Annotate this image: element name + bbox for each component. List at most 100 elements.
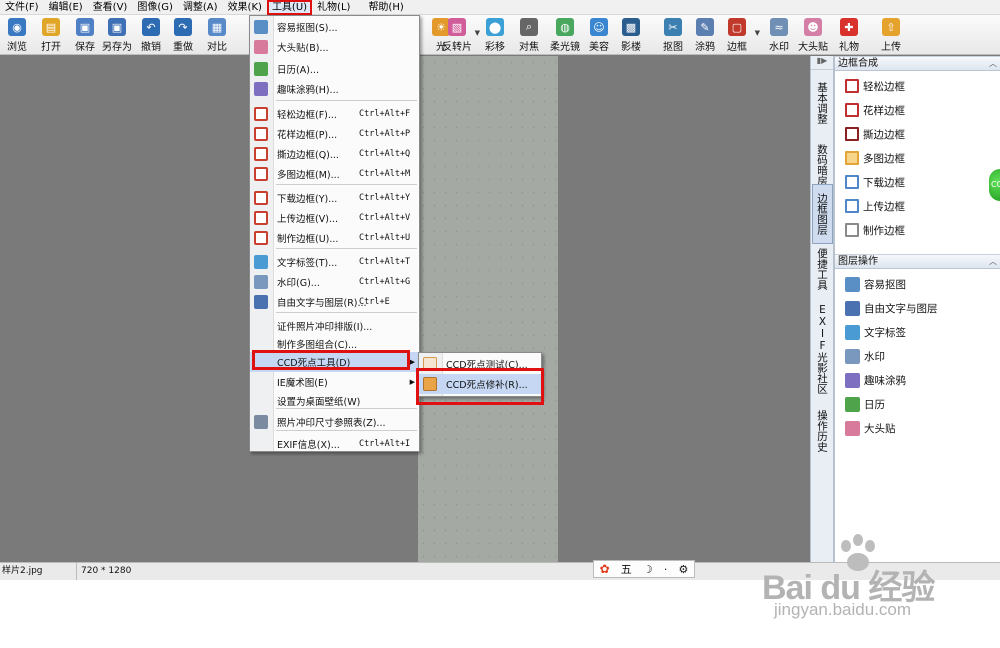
gear-icon[interactable]: ⚙ <box>679 563 689 576</box>
tools-menu-item[interactable]: 设置为桌面壁纸(W) <box>250 391 419 411</box>
tools-menu-item[interactable]: 照片冲印尺寸参照表(Z)... <box>250 412 419 432</box>
tools-menu-item[interactable]: 轻松边框(F)... Ctrl+Alt+F <box>250 104 419 124</box>
tools-menu-item[interactable]: IE魔术图(E) ▶ <box>250 372 419 392</box>
dot-icon[interactable]: · <box>664 563 668 576</box>
toolbar-sticker-button[interactable]: ☻ 大头贴 <box>796 17 830 53</box>
toolbar-compare-button[interactable]: ▦ 对比 <box>200 17 234 53</box>
toolbar-undo-button[interactable]: ↶ 撤销 <box>134 17 168 53</box>
tools-menu-item[interactable]: 趣味涂鸦(H)... <box>250 79 419 99</box>
tools-menu-item[interactable]: CCD死点工具(D) ▶ <box>250 352 419 372</box>
toolbar-studio-button[interactable]: ▩ 影楼 <box>614 17 648 53</box>
tools-menu-item[interactable]: 撕边边框(Q)... Ctrl+Alt+Q <box>250 144 419 164</box>
toolbar-upload-button[interactable]: ⇧ 上传 <box>874 17 908 53</box>
border-item-multi[interactable]: 多图边框 <box>845 148 905 168</box>
toolbar-beauty-button[interactable]: ☺ 美容 <box>582 17 616 53</box>
menu-file[interactable]: 文件(F) <box>0 0 44 15</box>
menu-separator <box>276 184 417 185</box>
toolbar-cutout-button[interactable]: ✂ 抠图 <box>656 17 690 53</box>
layer-item[interactable]: 自由文字与图层 <box>845 298 938 318</box>
tools-menu-item[interactable]: EXIF信息(X)... Ctrl+Alt+I <box>250 434 419 454</box>
chevron-up-icon[interactable]: ︿ <box>989 57 997 71</box>
menu-item-label: EXIF信息(X)... <box>277 440 340 451</box>
menu-adjust[interactable]: 调整(A) <box>178 0 223 15</box>
tools-menu-item[interactable]: 水印(G)... Ctrl+Alt+G <box>250 272 419 292</box>
menu-gifts[interactable]: 礼物(L) <box>312 0 355 15</box>
border-item-pattern[interactable]: 花样边框 <box>845 100 905 120</box>
toolbar-redo-button[interactable]: ↷ 重做 <box>166 17 200 53</box>
green-float-tab[interactable]: CC <box>988 168 1000 202</box>
tab-history[interactable]: 操作历史 <box>812 402 833 460</box>
toolbar-focus-button[interactable]: ⌕ 对焦 <box>512 17 546 53</box>
border-item-download[interactable]: 下载边框 <box>845 172 905 192</box>
layer-item[interactable]: 水印 <box>845 346 885 366</box>
menu-item-label: 容易抠图(S)... <box>277 23 338 34</box>
tools-menu-item[interactable]: 文字标签(T)... Ctrl+Alt+T <box>250 252 419 272</box>
layer-item[interactable]: 大头贴 <box>845 418 896 438</box>
menu-item-shortcut: Ctrl+Alt+Y <box>359 193 411 203</box>
dropdown-arrow-icon[interactable]: ▼ <box>755 29 760 37</box>
toolbar-color-shift-button[interactable]: ⬤ 彩移 <box>478 17 512 53</box>
layer-item[interactable]: 文字标签 <box>845 322 906 342</box>
toolbar-graffiti-button[interactable]: ✎ 涂鸦 <box>688 17 722 53</box>
toolbar-gift-button[interactable]: ✚ 礼物 <box>832 17 866 53</box>
ime-mode[interactable]: 五 <box>621 561 632 577</box>
layer-panel-header[interactable]: 图层操作 ︿ <box>835 254 1000 269</box>
tools-menu-item[interactable]: 制作多图组合(C)... <box>250 334 419 354</box>
menu-image[interactable]: 图像(G) <box>132 0 178 15</box>
menu-help[interactable]: 帮助(H) <box>363 0 408 15</box>
color-shift-icon: ⬤ <box>486 18 504 36</box>
collapse-icon[interactable]: ▮▶ <box>811 56 833 70</box>
menu-tools[interactable]: 工具(U) <box>266 0 313 15</box>
toolbar-watermark-button[interactable]: ≈ 水印 <box>762 17 796 53</box>
layer-item[interactable]: 日历 <box>845 394 885 414</box>
toolbar-border-button[interactable]: ▢ 边框 ▼ <box>720 17 760 53</box>
save-as-icon: ▣ <box>108 18 126 36</box>
border-item-easy[interactable]: 轻松边框 <box>845 76 905 96</box>
border-panel-header[interactable]: 边框合成 ︿ <box>835 56 1000 71</box>
border-item-make[interactable]: 制作边框 <box>845 220 905 240</box>
tab-basic-adjust[interactable]: 基本调整 <box>812 74 833 132</box>
toolbar-save-button[interactable]: ▣ 保存 <box>68 17 102 53</box>
menu-edit[interactable]: 编辑(E) <box>44 0 88 15</box>
chevron-up-icon[interactable]: ︿ <box>989 255 997 269</box>
paw-icon[interactable]: ✿ <box>600 562 610 576</box>
ime-toolbar[interactable]: ✿ 五 ☽ · ⚙ <box>593 560 695 578</box>
status-dimensions: 720 * 1280 <box>76 563 131 580</box>
tools-menu-item[interactable]: 日历(A)... <box>250 59 419 79</box>
moon-icon[interactable]: ☽ <box>643 563 653 576</box>
toolbar-save-as-button[interactable]: ▣ 另存为 <box>100 17 134 53</box>
tab-community[interactable]: 光影社区 <box>812 344 833 402</box>
tools-menu-item[interactable]: 容易抠图(S)... <box>250 17 419 37</box>
menu-item-shortcut: Ctrl+Alt+F <box>359 109 411 119</box>
tools-menu-item[interactable]: 制作边框(U)... Ctrl+Alt+U <box>250 228 419 248</box>
menu-item-shortcut: Ctrl+Alt+M <box>359 169 411 179</box>
tools-menu-item[interactable]: 花样边框(P)... Ctrl+Alt+P <box>250 124 419 144</box>
toolbar-folder-open-button[interactable]: ▤ 打开 <box>34 17 68 53</box>
tab-quick-tools[interactable]: 便捷工具 <box>812 240 833 298</box>
border-item-upload[interactable]: 上传边框 <box>845 196 905 216</box>
side-tab-strip: ▮▶ 基本调整 数码暗房 边框图层 便捷工具 EXIF 光影社区 操作历史 <box>810 56 834 562</box>
menu-view[interactable]: 查看(V) <box>88 0 133 15</box>
photo-canvas[interactable] <box>418 56 558 562</box>
border-item-torn[interactable]: 撕边边框 <box>845 124 905 144</box>
submenu-ccd-test[interactable]: CCD死点测试(C)... <box>419 354 541 374</box>
toolbar-label: 彩移 <box>485 42 505 53</box>
tab-border-layer[interactable]: 边框图层 <box>812 184 833 244</box>
menu-effects[interactable]: 效果(K) <box>223 0 267 15</box>
tools-menu-item[interactable]: 多图边框(M)... Ctrl+Alt+M <box>250 164 419 184</box>
submenu-ccd-repair[interactable]: CCD死点修补(R)... <box>419 374 541 394</box>
tools-menu-item[interactable]: 自由文字与图层(R)... Ctrl+E <box>250 292 419 312</box>
beauty-icon: ☺ <box>590 18 608 36</box>
layer-item[interactable]: 容易抠图 <box>845 274 906 294</box>
toolbar: ◉ 浏览 ▤ 打开 ▣ 保存 ▣ 另存为 ↶ 撤销 ↷ 重做 ▦ 对比 ☀ 光 ▧ 反转片 ▼ ⬤ 彩移 ⌕ 对焦 ◍ 柔光镜 ☺… <box>0 15 1000 55</box>
menu-item-label: 趣味涂鸦(H)... <box>277 85 339 96</box>
toolbar-soft-light-button[interactable]: ◍ 柔光镜 <box>548 17 582 53</box>
toolbar-browse-button[interactable]: ◉ 浏览 <box>0 17 34 53</box>
layer-item[interactable]: 趣味涂鸦 <box>845 370 906 390</box>
redo-icon: ↷ <box>174 18 192 36</box>
tools-menu-item[interactable]: 上传边框(V)... Ctrl+Alt+V <box>250 208 419 228</box>
tools-menu-item[interactable]: 下载边框(Y)... Ctrl+Alt+Y <box>250 188 419 208</box>
tools-menu-item[interactable]: 证件照片冲印排版(I)... <box>250 316 419 336</box>
tools-menu-item[interactable]: 大头贴(B)... <box>250 37 419 57</box>
toolbar-reversal-film-button[interactable]: ▧ 反转片 ▼ <box>440 17 480 53</box>
